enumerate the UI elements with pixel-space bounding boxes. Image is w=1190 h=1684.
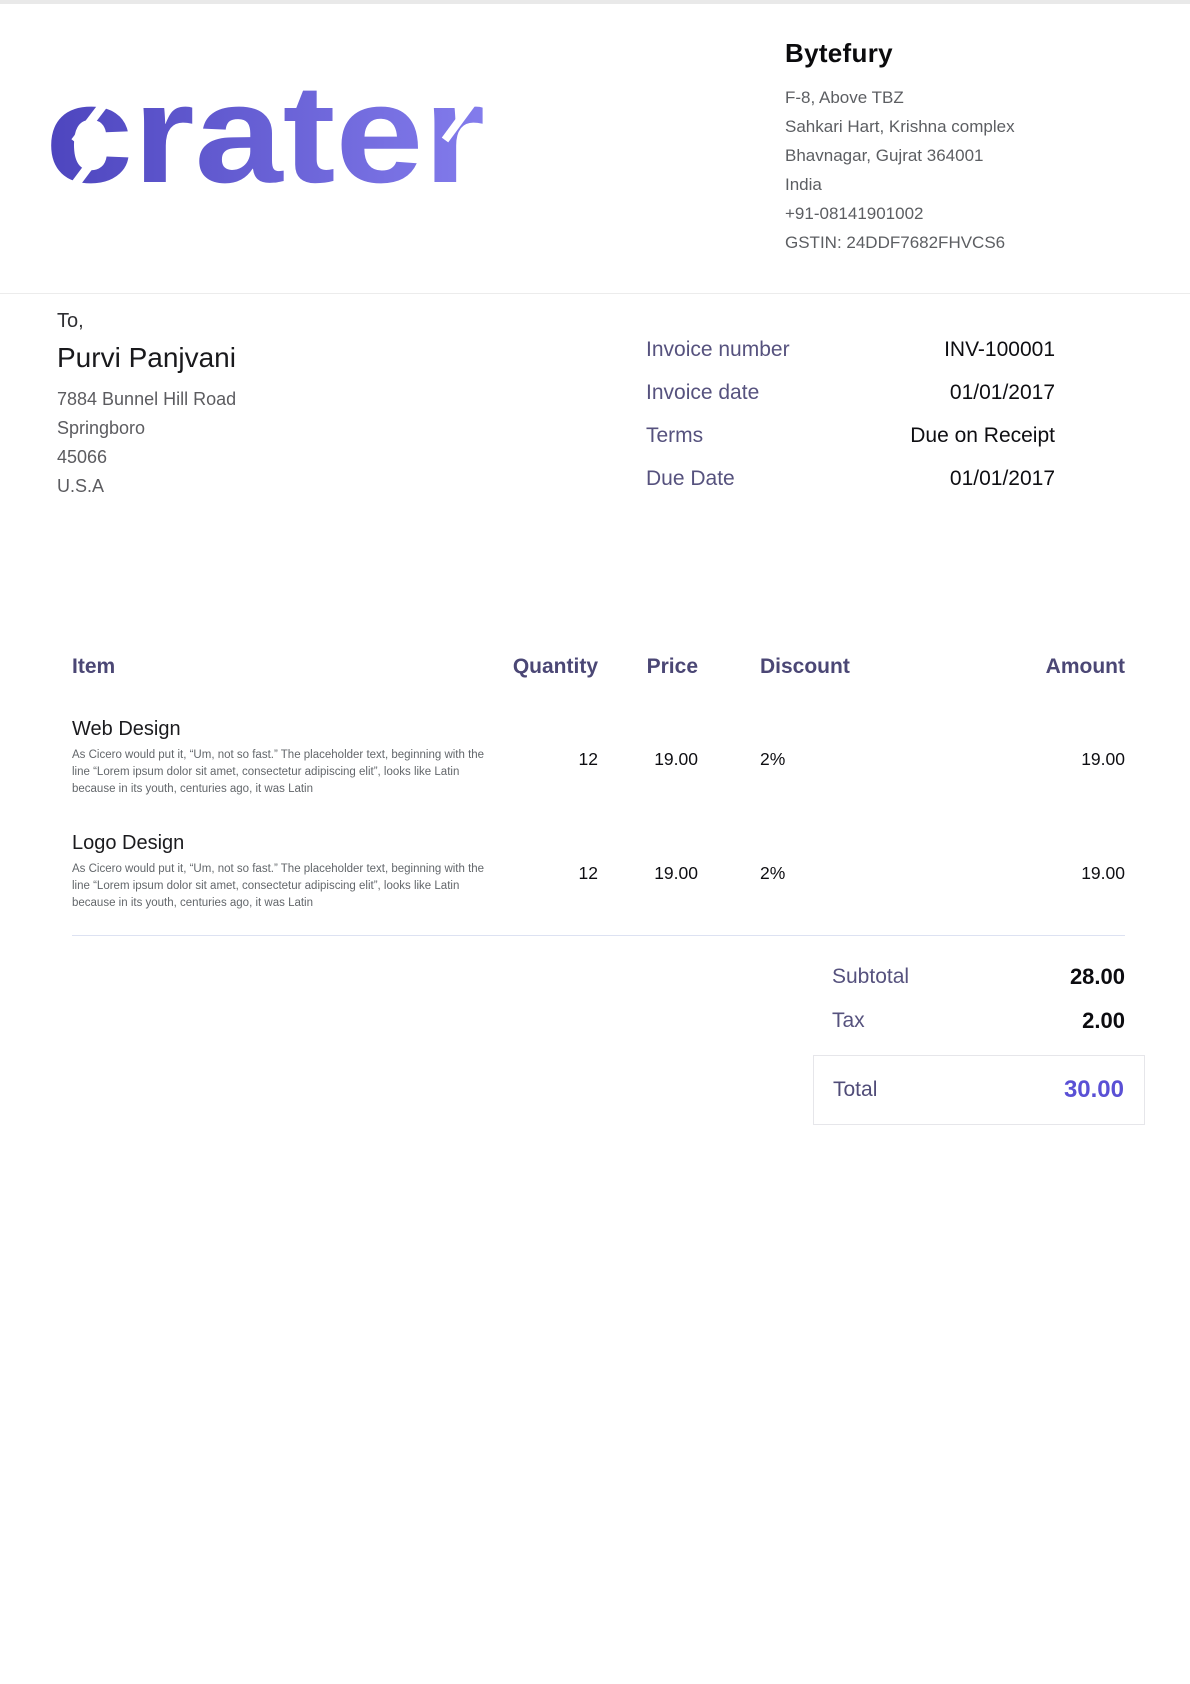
items-table: Item Quantity Price Discount Amount Web … xyxy=(72,655,1125,936)
column-header-discount: Discount xyxy=(698,655,858,679)
tax-value: 2.00 xyxy=(1082,1008,1125,1034)
tax-label: Tax xyxy=(832,1009,865,1033)
header-divider xyxy=(0,293,1190,294)
bill-to-label: To, xyxy=(57,310,236,333)
due-date-row: Due Date 01/01/2017 xyxy=(646,457,1055,500)
table-row: Web Design As Cicero would put it, “Um, … xyxy=(72,718,1125,798)
item-quantity: 12 xyxy=(510,832,598,912)
terms-value: Due on Receipt xyxy=(910,424,1055,448)
item-discount: 2% xyxy=(698,718,858,798)
customer-address-line: U.S.A xyxy=(57,472,236,501)
column-header-quantity: Quantity xyxy=(510,655,598,679)
company-phone: +91-08141901002 xyxy=(785,199,1165,228)
item-amount: 19.00 xyxy=(858,832,1125,912)
customer-address-line: 45066 xyxy=(57,443,236,472)
customer-address-line: 7884 Bunnel Hill Road xyxy=(57,385,236,414)
invoice-number-row: Invoice number INV-100001 xyxy=(646,328,1055,371)
customer-address-line: Springboro xyxy=(57,414,236,443)
tax-row: Tax 2.00 xyxy=(813,999,1145,1043)
invoice-date-row: Invoice date 01/01/2017 xyxy=(646,371,1055,414)
customer-address: 7884 Bunnel Hill Road Springboro 45066 U… xyxy=(57,385,236,501)
subtotal-label: Subtotal xyxy=(832,965,909,989)
table-row: Logo Design As Cicero would put it, “Um,… xyxy=(72,832,1125,912)
crater-logo-icon: crater xyxy=(45,62,495,197)
terms-row: Terms Due on Receipt xyxy=(646,414,1055,457)
invoice-number-value: INV-100001 xyxy=(944,338,1055,362)
total-label: Total xyxy=(833,1078,877,1102)
totals-block: Subtotal 28.00 Tax 2.00 Total 30.00 xyxy=(813,955,1145,1125)
item-price: 19.00 xyxy=(598,832,698,912)
item-price: 19.00 xyxy=(598,718,698,798)
invoice-number-label: Invoice number xyxy=(646,338,790,362)
terms-label: Terms xyxy=(646,424,703,448)
items-table-header: Item Quantity Price Discount Amount xyxy=(72,655,1125,679)
invoice-date-label: Invoice date xyxy=(646,381,759,405)
company-gstin: GSTIN: 24DDF7682FHVCS6 xyxy=(785,228,1165,257)
item-amount: 19.00 xyxy=(858,718,1125,798)
company-info: Bytefury F-8, Above TBZ Sahkari Hart, Kr… xyxy=(785,38,1165,257)
subtotal-value: 28.00 xyxy=(1070,964,1125,990)
customer-name: Purvi Panjvani xyxy=(57,342,236,374)
item-cell: Logo Design As Cicero would put it, “Um,… xyxy=(72,832,510,912)
total-value: 30.00 xyxy=(1064,1076,1124,1104)
company-address-line: India xyxy=(785,170,1165,199)
item-quantity: 12 xyxy=(510,718,598,798)
column-header-item: Item xyxy=(72,655,510,679)
column-header-amount: Amount xyxy=(858,655,1125,679)
item-cell: Web Design As Cicero would put it, “Um, … xyxy=(72,718,510,798)
due-date-value: 01/01/2017 xyxy=(950,467,1055,491)
bill-to-block: To, Purvi Panjvani 7884 Bunnel Hill Road… xyxy=(57,310,236,501)
item-discount: 2% xyxy=(698,832,858,912)
table-bottom-divider xyxy=(72,935,1125,936)
total-box: Total 30.00 xyxy=(813,1055,1145,1125)
due-date-label: Due Date xyxy=(646,467,735,491)
column-header-price: Price xyxy=(598,655,698,679)
company-address-line: Sahkari Hart, Krishna complex xyxy=(785,112,1165,141)
company-name: Bytefury xyxy=(785,38,1165,69)
top-edge-strip xyxy=(0,0,1190,4)
item-name: Web Design xyxy=(72,718,510,741)
invoice-date-value: 01/01/2017 xyxy=(950,381,1055,405)
item-description: As Cicero would put it, “Um, not so fast… xyxy=(72,861,504,912)
invoice-meta: Invoice number INV-100001 Invoice date 0… xyxy=(646,328,1055,500)
invoice-document: crater Bytefury F-8, Above TBZ Sahkari H… xyxy=(0,0,1190,1684)
company-address-line: Bhavnagar, Gujrat 364001 xyxy=(785,141,1165,170)
crater-logo: crater xyxy=(45,62,495,197)
svg-text:crater: crater xyxy=(45,62,485,197)
subtotal-row: Subtotal 28.00 xyxy=(813,955,1145,999)
item-name: Logo Design xyxy=(72,832,510,855)
company-address-line: F-8, Above TBZ xyxy=(785,83,1165,112)
item-description: As Cicero would put it, “Um, not so fast… xyxy=(72,747,504,798)
